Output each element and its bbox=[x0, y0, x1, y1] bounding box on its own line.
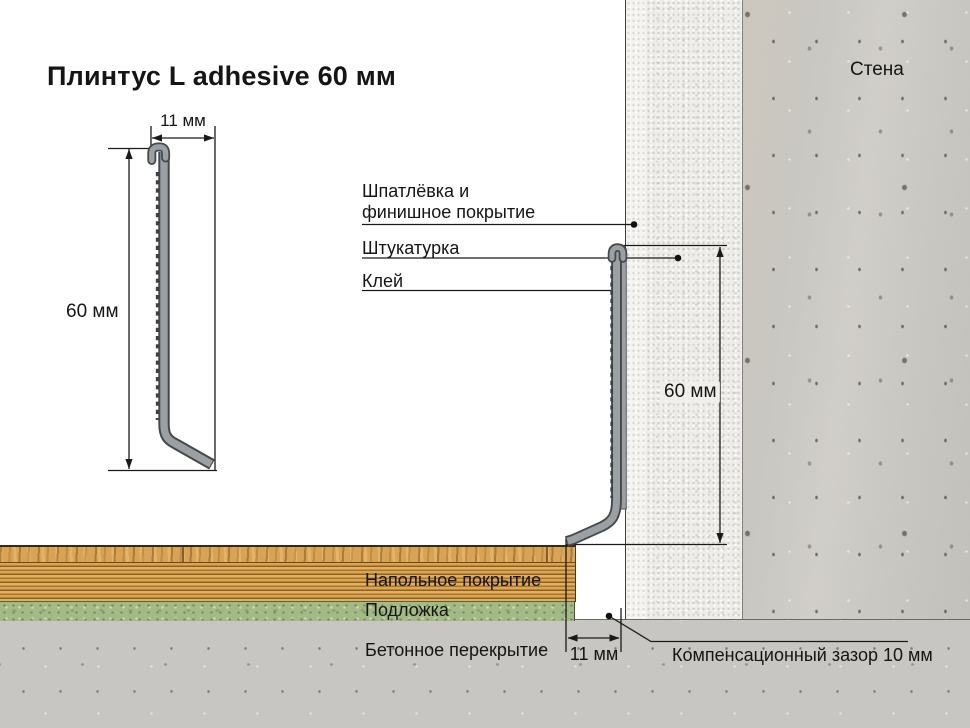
installed-profile bbox=[567, 248, 627, 542]
left-profile-height-dim: 60 мм bbox=[66, 301, 118, 323]
label-floor-slab: Бетонное перекрытие bbox=[365, 640, 548, 661]
left-profile-width-dim: 11 мм bbox=[151, 111, 215, 131]
page-title: Плинтус L adhesive 60 мм bbox=[47, 61, 396, 92]
callout-glue: Клей bbox=[362, 271, 403, 292]
diagram-linework bbox=[0, 0, 970, 728]
gap-leader bbox=[609, 616, 908, 642]
left-profile bbox=[152, 147, 212, 465]
callout-plaster: Штукатурка bbox=[362, 238, 459, 259]
wall-label: Стена bbox=[850, 59, 904, 81]
installed-bottom-dim: 11 мм bbox=[564, 644, 624, 665]
installed-height-dim: 60 мм bbox=[661, 381, 720, 403]
callout-putty: Шпатлёвка и финишное покрытие bbox=[362, 181, 562, 223]
label-floor-covering: Напольное покрытие bbox=[365, 570, 541, 591]
callout-compensation-gap: Компенсационный зазор 10 мм bbox=[672, 645, 933, 666]
diagram-canvas: Плинтус L adhesive 60 мм Стена 11 мм 60 … bbox=[0, 0, 970, 728]
label-floor-underlay: Подложка bbox=[365, 600, 449, 621]
